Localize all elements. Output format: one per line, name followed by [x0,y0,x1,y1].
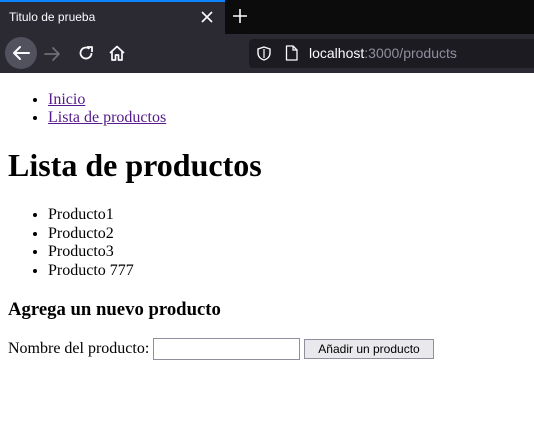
url-bar[interactable]: localhost:3000/products [249,39,534,68]
add-product-button[interactable]: Añadir un producto [304,339,434,359]
page-icon[interactable] [285,45,298,61]
plus-icon[interactable] [231,7,249,25]
browser-chrome: Titulo de prueba localhost:3000/products [0,0,534,73]
navigation-toolbar: localhost:3000/products [0,34,534,73]
home-icon[interactable] [108,44,126,62]
close-icon[interactable] [199,9,215,25]
list-item: Producto3 [48,243,134,262]
tab-strip: Titulo de prueba [0,0,534,34]
list-item: Producto 777 [48,262,134,281]
list-item: Producto2 [48,225,134,244]
nav-item-productos: Lista de productos [48,109,166,127]
tab-title: Titulo de prueba [9,10,96,24]
reload-icon[interactable] [77,44,95,62]
site-nav: Inicio Lista de productos [48,91,166,127]
page-content: Inicio Lista de productos Lista de produ… [0,73,534,435]
list-item: Producto1 [48,206,134,225]
form-heading: Agrega un nuevo producto [8,299,221,320]
url-host: localhost [309,45,365,61]
url-text[interactable]: localhost:3000/products [309,45,457,61]
product-name-input[interactable] [153,338,300,360]
nav-link-inicio[interactable]: Inicio [48,91,85,108]
page-title: Lista de productos [8,147,262,183]
product-name-label: Nombre del producto: [8,340,150,357]
nav-link-productos[interactable]: Lista de productos [48,109,166,126]
shield-icon[interactable] [257,46,271,61]
back-button[interactable] [5,37,37,69]
browser-tab[interactable]: Titulo de prueba [0,0,225,34]
url-path: :3000/products [364,45,457,61]
product-list: Producto1 Producto2 Producto3 Producto 7… [48,206,134,280]
forward-arrow-icon[interactable] [43,45,61,63]
back-arrow-icon [13,46,30,60]
nav-item-inicio: Inicio [48,91,166,109]
